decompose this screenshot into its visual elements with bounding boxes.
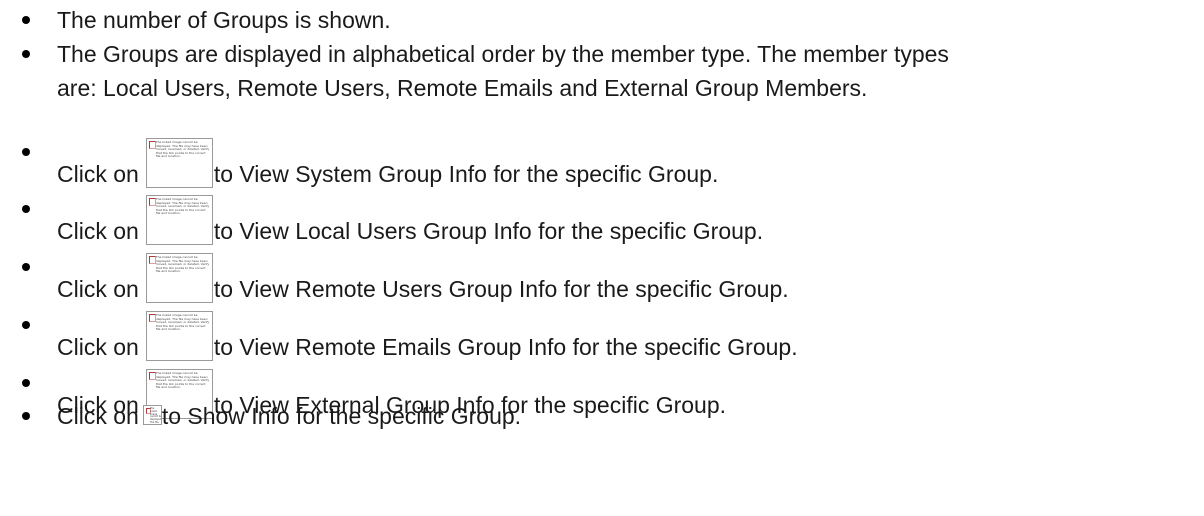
bullet-text: The Groups are displayed in alphabetical… [57,40,949,68]
bullet-text: Click on The linked image cannot be displ… [57,402,521,430]
bullet-text-order: The Groups are displayed in alphabetical… [57,41,949,67]
system-group-info-icon[interactable]: The linked image cannot be displayed. Th… [145,138,213,188]
bullet-text-member-types: are: Local Users, Remote Users, Remote E… [57,75,868,101]
bullet-text: Click on The linked image cannot be displ… [57,253,789,303]
bullet-text: Click on The linked image cannot be displ… [57,138,718,188]
remote-emails-group-info-icon[interactable]: The linked image cannot be displayed. Th… [145,311,213,361]
remote-users-group-info-icon[interactable]: The linked image cannot be displayed. Th… [145,253,213,303]
broken-image-icon [148,314,156,322]
bullet-marker [22,50,30,58]
broken-image-message: The linked image cannot be displayed. Th… [155,371,210,390]
broken-image-icon [148,198,156,206]
bullet-text: Click on The linked image cannot be displ… [57,195,763,245]
bullet-text: The number of Groups is shown. [57,6,391,34]
bullet-text: Click on The linked image cannot be displ… [57,311,798,361]
broken-image-message: The linked image cannot be displayed. Th… [155,140,210,159]
local-users-group-info-text: to View Local Users Group Info for the s… [213,218,764,244]
bullet-marker [22,16,30,24]
local-users-group-info-icon[interactable]: The linked image cannot be displayed. Th… [145,195,213,245]
broken-image-message: The linked image cannot be displayed. Th… [155,197,210,216]
bullet-marker [22,205,30,213]
click-on-label: Click on [57,334,139,360]
click-on-label: Click on [57,276,139,302]
broken-image-message: The linked image cannot be displayed. Th… [155,313,210,332]
broken-image-message: The linked image cannot be displayed. Th… [155,255,210,274]
bullet-marker [22,379,30,387]
broken-image-message: The linked image cannot be displayed. Th… [149,407,162,424]
bullet-marker [22,263,30,271]
click-on-label: Click on [57,218,139,244]
show-info-text: to Show Info for the specific Group. [161,403,522,429]
bullet-text-continuation: are: Local Users, Remote Users, Remote E… [57,74,867,102]
remote-emails-group-info-text: to View Remote Emails Group Info for the… [213,334,798,360]
click-on-label: Click on [57,403,139,429]
broken-image-icon [148,372,156,380]
bullet-text-groups-count: The number of Groups is shown. [57,7,391,33]
show-info-icon[interactable]: The linked image cannot be displayed. Th… [142,405,162,425]
bullet-marker [22,148,30,156]
broken-image-icon [148,256,156,264]
click-on-label: Click on [57,161,139,187]
broken-image-icon [148,141,156,149]
document-body: The number of Groups is shown. The Group… [0,0,1204,516]
bullet-marker [22,321,30,329]
system-group-info-text: to View System Group Info for the specif… [213,161,719,187]
bullet-marker [22,412,30,420]
remote-users-group-info-text: to View Remote Users Group Info for the … [213,276,789,302]
